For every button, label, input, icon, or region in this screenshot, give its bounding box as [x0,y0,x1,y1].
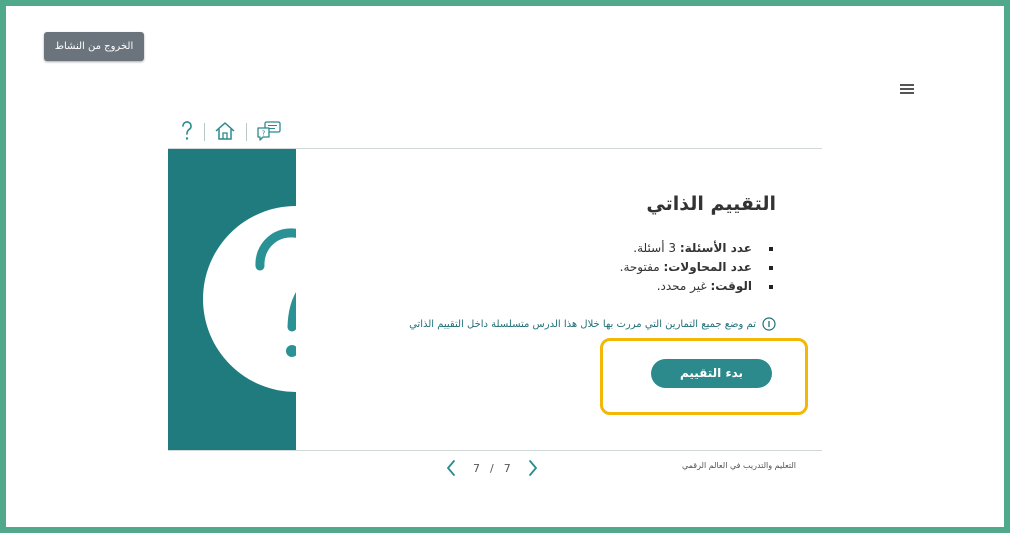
detail-questions: عدد الأسئلة: 3 أسئلة. [620,239,776,258]
assessment-illustration [168,149,296,450]
detail-time: الوقت: غير محدد. [620,277,776,296]
detail-value: غير محدد. [656,279,707,293]
chevron-left-icon[interactable] [444,458,458,478]
detail-label: الوقت: [710,279,752,293]
page-current: 7 [473,461,480,475]
footer-brand: التعليم والتدريب في العالم الرقمي [682,461,796,470]
detail-attempts: عدد المحاولات: مفتوحة. [620,258,776,277]
toolbar-divider [204,123,205,141]
detail-label: عدد الأسئلة: [679,241,752,255]
assessment-title: التقييم الذاتي [646,193,776,215]
svg-text:?: ? [262,130,266,138]
lesson-toolbar: ? [174,119,289,145]
detail-value: مفتوحة. [619,260,660,274]
start-assessment-button[interactable]: بدء التقييم [651,359,772,388]
page-separator: / [490,461,494,475]
page-indicator: 7 / 7 [468,462,516,475]
assessment-details: عدد الأسئلة: 3 أسئلة. عدد المحاولات: مفت… [620,239,776,296]
question-mark-icon[interactable] [180,119,194,143]
detail-label: عدد المحاولات: [663,260,752,274]
assessment-note: تم وضع جميع التمارين التي مررت بها خلال … [409,317,776,331]
toolbar-divider [246,123,247,141]
pagination: 7 / 7 [444,458,540,478]
note-text: تم وضع جميع التمارين التي مررت بها خلال … [409,318,756,330]
page-total: 7 [503,461,511,475]
chat-help-icon[interactable]: ? [256,119,282,143]
hamburger-menu-icon[interactable] [900,84,914,96]
content-bottom-divider [168,450,822,451]
app-window: الخروج من النشاط ? التقييم الذاتي عدد ال… [6,6,1004,527]
info-circle-icon [762,317,776,331]
exit-activity-button[interactable]: الخروج من النشاط [44,32,144,61]
home-icon[interactable] [214,119,236,143]
chevron-right-icon[interactable] [526,458,540,478]
detail-value: 3 أسئلة. [633,241,676,255]
